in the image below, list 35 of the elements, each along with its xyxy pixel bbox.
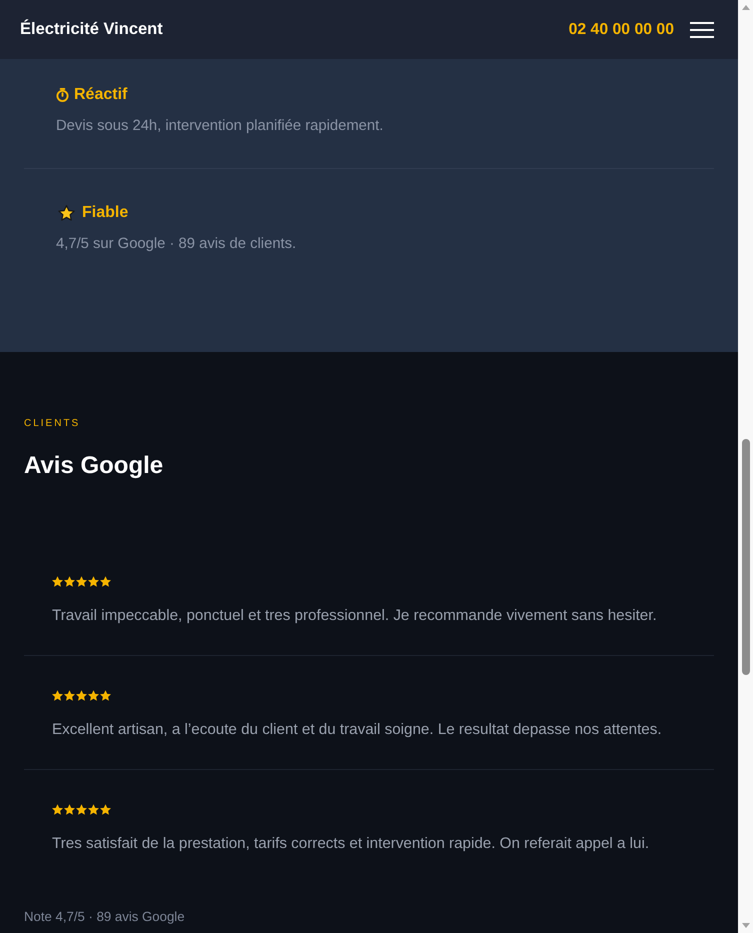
- star-icon: [64, 690, 75, 700]
- star-icon: [100, 804, 111, 814]
- star-icon: [64, 804, 75, 814]
- star-icon: [58, 205, 75, 221]
- star-icon: [88, 804, 99, 814]
- review-text: Excellent artisan, a l’ecoute du client et du travail soigne. Le resultat depasse nos attentes.: [52, 720, 663, 740]
- star-icon: [52, 690, 63, 700]
- review-text: Tres satisfait de la prestation, tarifs corrects et intervention rapide. On referait appel a lui.: [52, 834, 650, 854]
- review-text: Travail impeccable, ponctuel et tres professionnel. Je recommande vivement sans hesiter.: [52, 606, 658, 626]
- stopwatch-icon: [56, 88, 69, 102]
- star-icon: [52, 804, 63, 814]
- star-icon: [76, 804, 87, 814]
- menu-icon: [690, 22, 714, 38]
- scroll-down-icon[interactable]: [742, 923, 750, 928]
- feature-title: Fiable: [82, 204, 128, 222]
- star-icon: [100, 576, 111, 586]
- star-icon: [88, 576, 99, 586]
- star-icon: [76, 576, 87, 586]
- brand-name: Électricité Vincent: [20, 20, 163, 39]
- feature-description: 4,7/5 sur Google · 89 avis de clients.: [56, 235, 298, 254]
- section-eyebrow: CLIENTS: [24, 417, 80, 431]
- star-icon: [88, 690, 99, 700]
- section-title: Avis Google: [24, 451, 164, 481]
- menu-button[interactable]: [690, 22, 714, 38]
- star-icon: [64, 576, 75, 586]
- rating-summary: Note 4,7/5 · 89 avis Google: [24, 910, 185, 924]
- star-icon: [100, 690, 111, 700]
- scrollbar-thumb[interactable]: [742, 439, 750, 675]
- feature-description: Devis sous 24h, intervention planifiée rapidement.: [56, 117, 384, 136]
- feature-title: Réactif: [74, 86, 128, 104]
- scrollbar[interactable]: [738, 0, 753, 933]
- phone-link[interactable]: 02 40 00 00 00: [568, 20, 674, 38]
- star-icon: [76, 690, 87, 700]
- scroll-up-icon[interactable]: [742, 5, 750, 10]
- star-icon: [52, 576, 63, 586]
